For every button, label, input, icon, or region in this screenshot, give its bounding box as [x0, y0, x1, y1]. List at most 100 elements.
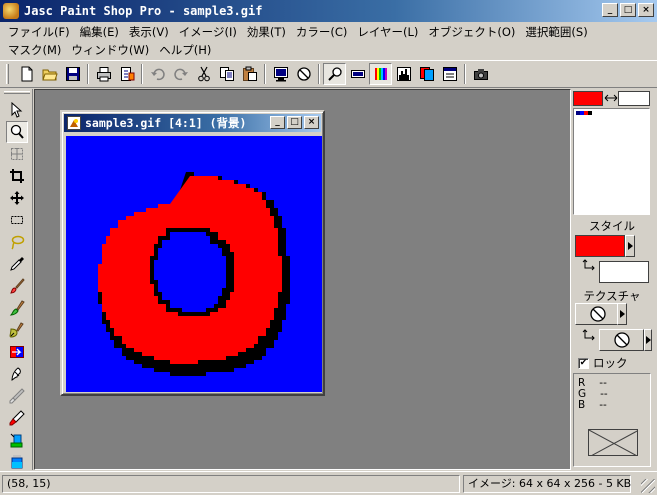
color-replacer-icon[interactable]	[6, 319, 28, 341]
menu-effects[interactable]: 効果(T)	[243, 23, 292, 41]
paintbrush-icon[interactable]	[6, 275, 28, 297]
menu-help[interactable]: ヘルプ(H)	[155, 41, 217, 59]
menu-window[interactable]: ウィンドウ(W)	[67, 41, 155, 59]
title-bar[interactable]: Jasc Paint Shop Pro - sample3.gif _ □ ×	[0, 0, 657, 22]
palette-swatches	[576, 111, 592, 115]
toolbar-grip[interactable]	[6, 64, 9, 84]
app-window: Jasc Paint Shop Pro - sample3.gif _ □ × …	[0, 0, 657, 495]
move-icon[interactable]	[6, 187, 28, 209]
background-texture-dropdown[interactable]	[644, 329, 652, 351]
menu-file[interactable]: ファイル(F)	[4, 23, 76, 41]
resize-grip[interactable]	[641, 479, 655, 493]
copy-icon[interactable]	[215, 63, 238, 85]
redo-icon[interactable]	[169, 63, 192, 85]
lock-checkbox-row[interactable]: ✔ ロック	[578, 355, 628, 371]
retouch-icon[interactable]	[6, 341, 28, 363]
deform-icon[interactable]	[6, 143, 28, 165]
rect-select-icon[interactable]	[6, 209, 28, 231]
document-title-bar[interactable]: sample3.gif [4:1] (背景) _ □ ×	[64, 114, 321, 132]
document-minimize-button[interactable]: _	[270, 116, 285, 129]
document-close-button[interactable]: ×	[304, 116, 319, 129]
color-info-box: R -- G -- B --	[573, 373, 651, 467]
workspace-area[interactable]: sample3.gif [4:1] (背景) _ □ ×	[34, 89, 571, 470]
picture-tube-icon[interactable]	[6, 407, 28, 429]
background-color-swatch[interactable]	[618, 91, 650, 106]
arrow-icon[interactable]	[6, 99, 28, 121]
close-button[interactable]: ×	[638, 3, 654, 17]
maximize-button[interactable]: □	[620, 3, 636, 17]
paste-icon[interactable]	[238, 63, 261, 85]
toolbar-separator	[264, 64, 266, 84]
style-label: スタイル	[589, 219, 635, 233]
status-bar: (58, 15) イメージ: 64 x 64 x 256 - 5 KB	[0, 471, 657, 495]
airbrush-icon[interactable]	[6, 429, 28, 451]
save-icon[interactable]	[61, 63, 84, 85]
menu-selections[interactable]: 選択範囲(S)	[521, 23, 593, 41]
lock-checkbox[interactable]: ✔	[578, 357, 589, 369]
zoom-tool-icon[interactable]	[6, 121, 28, 143]
dropper-icon[interactable]	[6, 253, 28, 275]
no-texture-icon	[613, 332, 630, 348]
current-color-preview	[588, 429, 638, 456]
toolbar-separator	[318, 64, 320, 84]
tool-options-icon[interactable]	[438, 63, 461, 85]
open-folder-icon[interactable]	[38, 63, 61, 85]
no-entry-icon[interactable]	[292, 63, 315, 85]
foreground-texture-button[interactable]	[575, 303, 620, 325]
foreground-color-swatch[interactable]	[573, 91, 603, 106]
full-screen-icon[interactable]	[269, 63, 292, 85]
b-channel-value: --	[599, 399, 607, 411]
print-icon[interactable]	[92, 63, 115, 85]
eraser-icon[interactable]	[6, 385, 28, 407]
swap-textures-icon[interactable]	[582, 329, 596, 343]
menu-objects[interactable]: オブジェクト(O)	[424, 23, 521, 41]
document-title: sample3.gif [4:1] (背景)	[85, 116, 247, 130]
new-file-icon[interactable]	[15, 63, 38, 85]
color-palette-icon[interactable]	[369, 63, 392, 85]
menu-colors[interactable]: カラー(C)	[292, 23, 354, 41]
print-preview-icon[interactable]	[115, 63, 138, 85]
lock-label: ロック	[593, 356, 628, 370]
document-maximize-button[interactable]: □	[287, 116, 302, 129]
b-channel-label: B	[578, 399, 586, 411]
menu-edit[interactable]: 編集(E)	[76, 23, 125, 41]
camera-icon[interactable]	[469, 63, 492, 85]
document-icon[interactable]	[67, 116, 81, 130]
lasso-icon[interactable]	[6, 231, 28, 253]
layer-palette-icon[interactable]	[415, 63, 438, 85]
foreground-texture-dropdown[interactable]	[617, 303, 627, 325]
available-colors-palette[interactable]	[573, 108, 650, 215]
color-palette-panel: スタイル テクスチャ ✔ ロック R -- G -- B --	[572, 89, 657, 470]
crop-icon[interactable]	[6, 165, 28, 187]
foreground-style-swatch[interactable]	[575, 235, 625, 257]
zoom-icon[interactable]	[323, 63, 346, 85]
swap-colors-icon[interactable]	[604, 92, 618, 105]
menu-masks[interactable]: マスク(M)	[4, 41, 67, 59]
foreground-style-dropdown[interactable]	[625, 235, 635, 257]
background-style-swatch[interactable]	[599, 261, 649, 283]
cut-icon[interactable]	[192, 63, 215, 85]
menu-layers[interactable]: レイヤー(L)	[353, 23, 424, 41]
background-texture-button[interactable]	[599, 329, 644, 351]
b-value-row: B --	[578, 400, 607, 411]
paint-shop-pro-app-icon[interactable]	[3, 3, 19, 19]
main-toolbar	[0, 60, 657, 88]
dropdown-arrow-icon	[645, 336, 651, 344]
scratch-remover-icon[interactable]	[6, 363, 28, 385]
image-canvas[interactable]	[66, 136, 322, 392]
document-window[interactable]: sample3.gif [4:1] (背景) _ □ ×	[60, 110, 325, 396]
toolbar-separator	[141, 64, 143, 84]
undo-icon[interactable]	[146, 63, 169, 85]
dropdown-arrow-icon	[627, 242, 633, 250]
texture-label: テクスチャ	[583, 289, 641, 303]
minimize-button[interactable]: _	[602, 3, 618, 17]
window-title: Jasc Paint Shop Pro - sample3.gif	[24, 4, 263, 18]
histogram-icon[interactable]	[392, 63, 415, 85]
swap-styles-icon[interactable]	[582, 259, 596, 273]
palette-grip[interactable]	[4, 91, 30, 94]
menu-view[interactable]: 表示(V)	[125, 23, 175, 41]
menu-image[interactable]: イメージ(I)	[175, 23, 243, 41]
clone-brush-icon[interactable]	[6, 297, 28, 319]
overview-icon[interactable]	[346, 63, 369, 85]
flood-fill-icon[interactable]	[6, 451, 28, 473]
